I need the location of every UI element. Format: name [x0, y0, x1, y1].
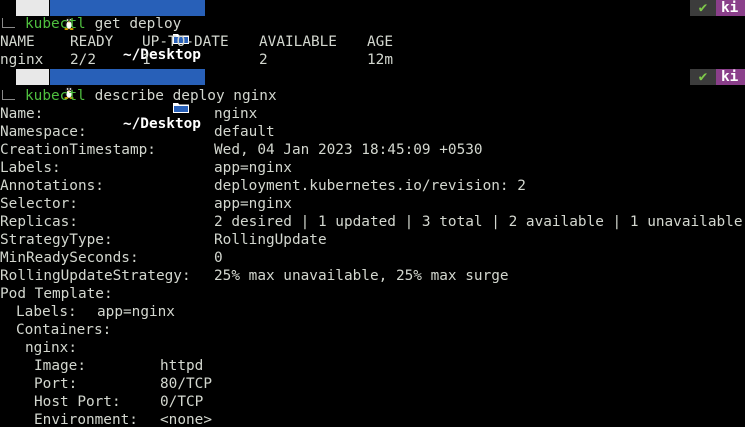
field-key: Port: [34, 376, 78, 392]
describe-field: StrategyType: RollingUpdate [0, 231, 745, 249]
field-key: Host Port: [34, 394, 121, 410]
check-icon: ✔ [690, 69, 716, 85]
pod-labels: Labels: app=nginx [0, 303, 745, 321]
describe-field: Replicas: 2 desired | 1 updated | 3 tota… [0, 213, 745, 231]
field-key: StrategyType: [0, 232, 113, 248]
check-icon: ✔ [690, 0, 716, 16]
describe-field: CreationTimestamp: Wed, 04 Jan 2023 18:4… [0, 141, 745, 159]
describe-field: Labels: app=nginx [0, 159, 745, 177]
describe-field: Selector: app=nginx [0, 195, 745, 213]
field-value: 80/TCP [160, 376, 212, 392]
field-value: <none> [160, 412, 212, 427]
field-key: Annotations: [0, 178, 104, 194]
field-key: MinReadySeconds: [0, 250, 139, 266]
table-cell: 2 [259, 52, 268, 68]
linux-tux-icon [16, 0, 74, 30]
field-key: Namespace: [0, 124, 87, 140]
field-key: Labels: [16, 304, 77, 320]
container-field: Port: 80/TCP [0, 375, 745, 393]
field-key: nginx: [25, 340, 77, 356]
field-value: 25% max unavailable, 25% max surge [214, 268, 509, 284]
table-cell: 2/2 [70, 52, 96, 68]
field-value: app=nginx [214, 196, 292, 212]
field-value: httpd [160, 358, 204, 374]
container-field: Environment: <none> [0, 411, 745, 427]
column-header: UP-TO-DATE [142, 34, 229, 50]
container-field: Host Port: 0/TCP [0, 393, 745, 411]
describe-field: Annotations: deployment.kubernetes.io/re… [0, 177, 745, 195]
column-header: NAME [0, 34, 35, 50]
context-badge: ki [716, 0, 745, 16]
field-key: RollingUpdateStrategy: [0, 268, 191, 284]
prompt-corner [2, 90, 15, 100]
path-badge: ~/Desktop [50, 69, 205, 132]
field-key: Image: [34, 358, 86, 374]
field-value: Wed, 04 Jan 2023 18:45:09 +0530 [214, 142, 483, 158]
describe-field: MinReadySeconds: 0 [0, 249, 745, 267]
terminal-window[interactable]: ~/Desktop ✔ ki kubectl get deploy NAME R… [0, 0, 745, 427]
container-field: Image: httpd [0, 357, 745, 375]
pod-template-heading: Pod Template: [0, 285, 745, 303]
prompt-line: ~/Desktop ✔ ki [0, 69, 745, 132]
command-name: kubectl [25, 16, 86, 32]
table-cell: nginx [0, 52, 44, 68]
field-value: 0/TCP [160, 394, 204, 410]
field-key: Pod Template: [0, 286, 113, 302]
table-cell: 1 [142, 52, 151, 68]
column-header: AGE [367, 34, 393, 50]
linux-tux-icon [16, 69, 74, 99]
column-header: READY [70, 34, 114, 50]
command-line: kubectl describe deploy nginx [0, 87, 745, 105]
column-header: AVAILABLE [259, 34, 337, 50]
containers-heading: Containers: [0, 321, 745, 339]
field-key: Containers: [16, 322, 112, 338]
command-args: describe deploy nginx [86, 88, 277, 104]
field-value: 0 [214, 250, 223, 266]
path-badge: ~/Desktop [50, 0, 205, 63]
command-name: kubectl [25, 88, 86, 104]
describe-field: RollingUpdateStrategy: 25% max unavailab… [0, 267, 745, 285]
command-args: get deploy [86, 16, 182, 32]
field-value: 2 desired | 1 updated | 3 total | 2 avai… [214, 214, 743, 230]
context-badge: ki [716, 69, 745, 85]
field-key: CreationTimestamp: [0, 142, 156, 158]
field-value: deployment.kubernetes.io/revision: 2 [214, 178, 526, 194]
field-key: Environment: [34, 412, 138, 427]
field-value: nginx [214, 106, 258, 122]
field-key: Labels: [0, 160, 61, 176]
describe-field: Namespace: default [0, 123, 745, 141]
field-key: Name: [0, 106, 44, 122]
describe-field: Name: nginx [0, 105, 745, 123]
field-value: app=nginx [214, 160, 292, 176]
field-value: default [214, 124, 275, 140]
table-header: NAME READY UP-TO-DATE AVAILABLE AGE [0, 33, 745, 51]
table-cell: 12m [367, 52, 393, 68]
field-key: Replicas: [0, 214, 78, 230]
prompt-corner [2, 18, 15, 28]
command-line: kubectl get deploy [0, 15, 745, 33]
container-name: nginx: [0, 339, 745, 357]
field-key: Selector: [0, 196, 78, 212]
field-value: app=nginx [97, 304, 175, 320]
field-value: RollingUpdate [214, 232, 327, 248]
table-row: nginx 2/2 1 2 12m [0, 51, 745, 69]
